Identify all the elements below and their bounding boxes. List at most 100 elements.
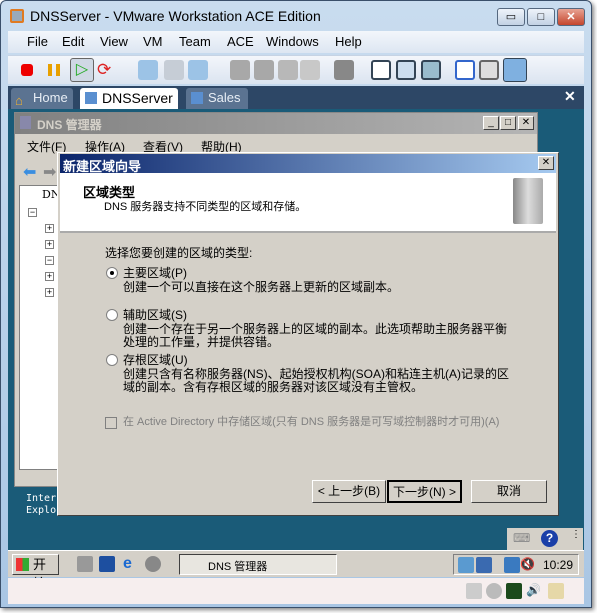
server-icon — [513, 178, 543, 224]
fullscreen-icon[interactable] — [396, 60, 416, 80]
menu-file[interactable]: File — [27, 34, 48, 49]
cdrom-icon[interactable] — [486, 583, 502, 599]
task-label: DNS 管理器 — [208, 561, 268, 573]
expand-icon[interactable]: + — [45, 224, 54, 233]
tab-home[interactable]: ⌂ Home — [11, 88, 73, 109]
tab-label: DNSServer — [102, 90, 173, 106]
team2-icon[interactable] — [254, 60, 274, 80]
hard-disk-icon[interactable] — [466, 583, 482, 599]
power-off-icon[interactable] — [21, 64, 33, 76]
primary-zone-radio[interactable] — [106, 267, 118, 279]
windows-logo-icon — [16, 558, 29, 571]
window-title: DNSServer - VMware Workstation ACE Editi… — [30, 8, 321, 24]
dns-maximize-button[interactable]: □ — [500, 116, 516, 130]
ad-store-label: 在 Active Directory 中存储区域(只有 DNS 服务器是可写域控… — [123, 416, 500, 428]
console-icon[interactable] — [334, 60, 354, 80]
start-button[interactable]: 开始 — [12, 554, 59, 591]
clock: 10:29 — [543, 558, 574, 572]
vm-icon — [85, 92, 97, 104]
dns-icon — [20, 116, 31, 129]
menu-vm[interactable]: VM — [143, 34, 163, 49]
tab-dnsserver[interactable]: DNSServer — [80, 88, 178, 109]
tab-sales[interactable]: Sales — [186, 88, 248, 109]
summary-icon[interactable] — [479, 60, 499, 80]
dns-title: DNS 管理器 — [37, 118, 102, 132]
more-icon[interactable]: ⋮ — [571, 529, 581, 540]
network-adapter-icon[interactable] — [506, 583, 522, 599]
console-view-icon[interactable] — [503, 58, 527, 82]
network-icon[interactable] — [504, 557, 520, 573]
desktop-icon[interactable] — [99, 556, 115, 572]
vm-tray-controls: ⌨ ? ⋮ — [507, 528, 583, 550]
command-icon[interactable] — [145, 556, 161, 572]
vmware-status-bar: 🔊 — [8, 578, 584, 604]
collapse-icon[interactable]: − — [45, 256, 54, 265]
message-log-icon[interactable] — [548, 583, 564, 599]
wizard-close-button[interactable]: ✕ — [538, 156, 554, 170]
menu-view[interactable]: View — [100, 34, 128, 49]
stub-zone-radio[interactable] — [106, 354, 118, 366]
server-manager-icon[interactable] — [77, 556, 93, 572]
expand-icon[interactable]: + — [45, 272, 54, 281]
zone-type-prompt: 选择您要创建的区域的类型: — [105, 246, 253, 260]
pause-icon[interactable] — [48, 64, 60, 76]
menu-windows[interactable]: Windows — [266, 34, 319, 49]
reset-icon[interactable]: ⟳ — [97, 60, 117, 80]
back-button[interactable]: < 上一步(B) — [312, 480, 386, 503]
back-arrow-icon[interactable]: ⬅ — [23, 162, 36, 182]
ad-store-checkbox[interactable] — [105, 417, 117, 429]
close-button[interactable]: ✕ — [557, 8, 585, 26]
forward-arrow-icon[interactable]: ➡ — [43, 162, 56, 182]
close-tab-icon[interactable]: ✕ — [564, 88, 576, 105]
minimize-button[interactable]: ▭ — [497, 8, 525, 26]
primary-zone-desc: 创建一个可以直接在这个服务器上更新的区域副本。 — [123, 280, 400, 294]
settings-icon[interactable] — [455, 60, 475, 80]
vmware-logo-icon — [10, 9, 24, 23]
help-icon[interactable]: ? — [541, 530, 558, 547]
menu-ace[interactable]: ACE — [227, 34, 254, 49]
collapse-icon[interactable]: − — [28, 208, 37, 217]
play-icon[interactable]: ▷ — [70, 58, 94, 82]
wizard-subheading: DNS 服务器支持不同类型的区域和存储。 — [104, 201, 307, 213]
next-button[interactable]: 下一步(N) > — [387, 480, 462, 503]
menu-help[interactable]: Help — [335, 34, 362, 49]
expand-icon[interactable]: + — [45, 288, 54, 297]
expand-icon[interactable]: + — [45, 240, 54, 249]
maximize-button[interactable]: □ — [527, 8, 555, 26]
volume-muted-icon[interactable]: 🔇 — [520, 557, 536, 573]
tab-strip: ⌂ Home DNSServer Sales ✕ — [8, 86, 584, 109]
wizard-header: 区域类型 DNS 服务器支持不同类型的区域和存储。 — [60, 173, 556, 233]
tab-label: Home — [33, 90, 68, 105]
wizard-title: 新建区域向导 — [60, 154, 556, 174]
dns-title-bar: DNS 管理器 — [15, 113, 537, 134]
stub-zone-desc: 创建只含有名称服务器(NS)、起始授权机构(SOA)和粘连主机(A)记录的区域的… — [123, 367, 509, 394]
sound-icon[interactable]: 🔊 — [526, 583, 542, 599]
sidebar-view-icon[interactable] — [371, 60, 391, 80]
cancel-button[interactable]: 取消 — [471, 480, 547, 503]
secondary-zone-radio[interactable] — [106, 309, 118, 321]
quick-switch-icon[interactable] — [421, 60, 441, 80]
toolbar: ▷ ⟳ — [8, 55, 584, 84]
revert-snapshot-icon[interactable] — [164, 60, 184, 80]
tray-vmware-icon[interactable] — [476, 557, 492, 573]
taskbar-task-dns[interactable]: DNS 管理器 — [179, 554, 337, 575]
team-icon[interactable] — [230, 60, 250, 80]
menu-edit[interactable]: Edit — [62, 34, 84, 49]
primary-zone-label[interactable]: 主要区域(P) — [123, 267, 187, 280]
team4-icon[interactable] — [300, 60, 320, 80]
dns-close-button[interactable]: ✕ — [518, 116, 534, 130]
team3-icon[interactable] — [278, 60, 298, 80]
dns-minimize-button[interactable]: _ — [483, 116, 499, 130]
snapshot-manager-icon[interactable] — [188, 60, 208, 80]
menu-team[interactable]: Team — [179, 34, 211, 49]
secondary-zone-label[interactable]: 辅助区域(S) — [123, 309, 187, 322]
snapshot-icon[interactable] — [138, 60, 158, 80]
guest-taskbar: 开始 e DNS 管理器 🔇 10:29 — [8, 550, 584, 591]
secondary-zone-desc: 创建一个存在于另一个服务器上的区域的副本。此选项帮助主服务器平衡处理的工作量，并… — [123, 322, 508, 349]
tray-app-icon[interactable] — [458, 557, 474, 573]
internet-explorer-icon[interactable]: e — [123, 556, 139, 572]
home-icon: ⌂ — [15, 93, 23, 108]
keyboard-icon[interactable]: ⌨ — [513, 531, 530, 545]
system-tray: 🔇 10:29 — [453, 554, 579, 575]
stub-zone-label[interactable]: 存根区域(U) — [123, 354, 188, 367]
